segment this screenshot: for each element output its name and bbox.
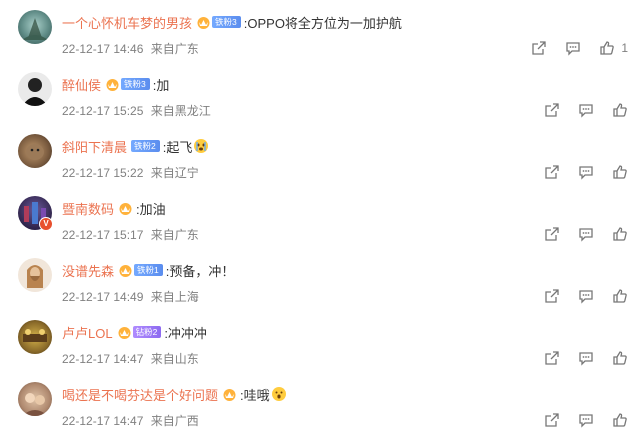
username[interactable]: 没谱先森 [62,261,114,280]
comment-meta: 22-12-17 14:46 来自广东 [62,40,199,57]
crown-icon [117,326,132,339]
comment-meta: 22-12-17 15:17 来自广东 [62,226,199,243]
username[interactable]: 一个心怀机车梦的男孩 [62,13,192,32]
comment-text: :加 [152,77,170,93]
comment-meta: 22-12-17 15:25 来自黑龙江 [62,102,211,119]
comment-meta: 22-12-17 15:22 来自辽宁 [62,164,199,181]
avatar[interactable] [18,134,52,168]
comment-text: :加油 [136,201,166,217]
comment-text: :起飞 [162,139,193,155]
comment-location: 来自广西 [150,414,199,428]
crown-icon [105,78,120,91]
comment-item: 斜阳下清晨 铁粉2 :起飞 22-12-17 15:22 来自辽宁 [0,134,640,196]
share-icon[interactable] [544,102,560,118]
share-icon[interactable] [544,226,560,242]
comment-date: 22-12-17 14:47 [62,414,144,428]
fan-badge: 铁粉2 [131,140,160,152]
avatar[interactable] [18,72,52,106]
avatar[interactable]: V [18,196,53,231]
comment-location: 来自上海 [150,290,199,304]
comment-meta: 22-12-17 14:47 来自广西 [62,412,199,429]
thumbs-up-icon[interactable] [612,288,628,304]
crying-face-emoji-icon [193,138,209,154]
username[interactable]: 喝还是不喝芬达是个好问题 [62,385,218,404]
comment-item: 醉仙侯 铁粉3 :加 22-12-17 15:25 来自黑龙江 [0,72,640,134]
comment-item: 喝还是不喝芬达是个好问题 :哇哦 22-12-17 14:47 来自广西 [0,382,640,444]
username[interactable]: 醉仙侯 [62,75,101,94]
fan-badge: 铁粉3 [121,78,150,90]
comment-location: 来自辽宁 [150,166,199,180]
username[interactable]: 斜阳下清晨 [62,137,127,156]
share-icon[interactable] [544,412,560,428]
comment-meta: 22-12-17 14:47 来自山东 [62,350,199,367]
comment-item: V 暨南数码 :加油 22-12-17 15:17 来自广东 [0,196,640,258]
comment-meta: 22-12-17 14:49 来自上海 [62,288,199,305]
comment-date: 22-12-17 15:25 [62,104,144,118]
crown-icon [118,264,133,277]
comment-text: :哇哦 [240,387,270,403]
verified-badge-icon: V [39,217,53,231]
thumbs-up-icon[interactable] [612,102,628,118]
comment-date: 22-12-17 14:47 [62,352,144,366]
comment-icon[interactable] [565,40,581,56]
comment-date: 22-12-17 14:46 [62,42,144,56]
thumbs-up-icon[interactable] [612,350,628,366]
comment-text: :OPPO将全方位为一加护航 [243,15,402,31]
fan-badge: 钻粉2 [132,326,162,338]
comment-location: 来自广东 [150,228,199,242]
thumbs-up-icon[interactable] [612,164,628,180]
thumbs-up-icon[interactable] [612,226,628,242]
fan-badge: 铁粉1 [134,264,163,276]
comment-date: 22-12-17 15:22 [62,166,144,180]
avatar[interactable] [18,258,52,292]
avatar[interactable] [18,320,52,354]
comment-date: 22-12-17 15:17 [62,228,144,242]
share-icon[interactable] [544,350,560,366]
comment-location: 来自黑龙江 [150,104,211,118]
comment-text: :预备，冲！ [165,263,235,279]
comment-icon[interactable] [578,288,594,304]
username[interactable]: 卢卢LOL [62,323,113,342]
comment-icon[interactable] [578,412,594,428]
thumbs-up-icon[interactable] [599,40,615,56]
comment-location: 来自山东 [150,352,199,366]
comment-text: :冲冲冲 [164,325,207,341]
like-count: 1 [621,41,628,55]
comment-item: 卢卢LOL 钻粉2 :冲冲冲 22-12-17 14:47 来自山东 [0,320,640,382]
thumbs-up-icon[interactable] [612,412,628,428]
avatar[interactable] [18,382,52,416]
crown-icon [222,388,237,401]
share-icon[interactable] [544,164,560,180]
comment-icon[interactable] [578,102,594,118]
crown-icon [196,16,211,29]
comment-location: 来自广东 [150,42,199,56]
username[interactable]: 暨南数码 [62,199,114,218]
share-icon[interactable] [531,40,547,56]
comment-icon[interactable] [578,164,594,180]
share-icon[interactable] [544,288,560,304]
avatar[interactable] [18,10,52,44]
comment-date: 22-12-17 14:49 [62,290,144,304]
comment-item: 没谱先森 铁粉1 :预备，冲！ 22-12-17 14:49 来自上海 [0,258,640,320]
surprised-face-emoji-icon [271,386,287,402]
comment-icon[interactable] [578,226,594,242]
fan-badge: 铁粉3 [212,16,241,28]
comment-icon[interactable] [578,350,594,366]
crown-icon [118,202,133,215]
comment-item: 一个心怀机车梦的男孩 铁粉3 :OPPO将全方位为一加护航 22-12-17 1… [0,10,640,72]
